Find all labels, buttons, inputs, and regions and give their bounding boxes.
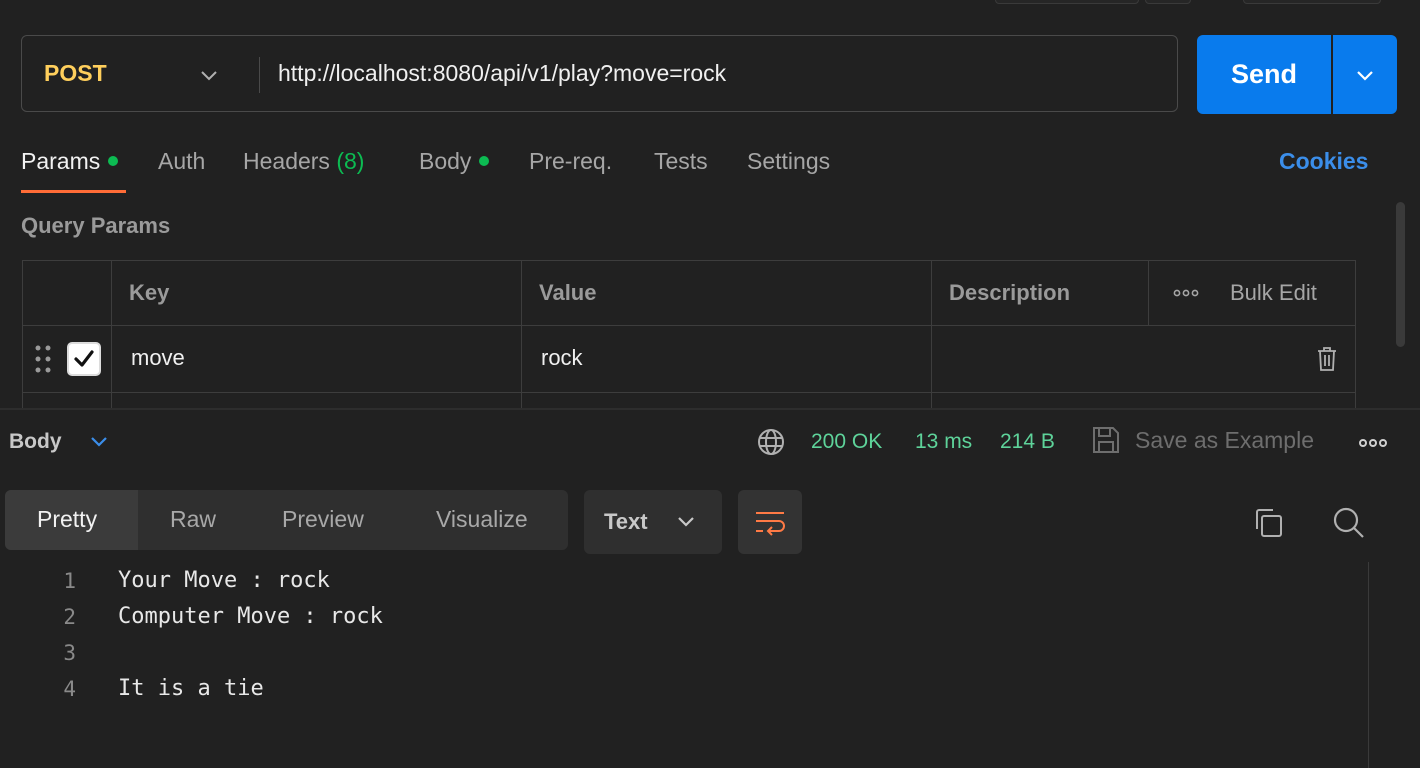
status-code[interactable]: 200 OK xyxy=(811,430,882,454)
code-line: Your Move : rock xyxy=(118,568,330,593)
url-input[interactable]: http://localhost:8080/api/v1/play?move=r… xyxy=(278,60,726,87)
chevron-down-icon xyxy=(678,517,694,527)
scrollbar[interactable] xyxy=(1396,202,1405,347)
panel-divider[interactable] xyxy=(0,408,1420,410)
tab-settings[interactable]: Settings xyxy=(747,148,830,175)
query-params-title: Query Params xyxy=(21,213,171,238)
line-number: 2 xyxy=(63,605,76,629)
param-key-cell[interactable]: move xyxy=(131,345,185,371)
tab-label: Headers xyxy=(243,148,330,174)
line-number: 3 xyxy=(63,641,76,665)
column-header-description: Description xyxy=(949,280,1071,305)
column-divider xyxy=(1148,260,1149,326)
toolbar-stub xyxy=(995,0,1139,4)
view-mode-raw[interactable]: Raw xyxy=(170,506,216,533)
save-as-example-button[interactable]: Save as Example xyxy=(1135,427,1314,454)
more-options-icon[interactable] xyxy=(1173,289,1199,297)
tab-params[interactable]: Params xyxy=(21,148,119,175)
column-divider xyxy=(931,260,932,410)
tab-body[interactable]: Body xyxy=(419,148,490,175)
tab-pre-request[interactable]: Pre-req. xyxy=(529,148,612,175)
row-divider xyxy=(22,392,1356,393)
http-method-select[interactable]: POST xyxy=(44,60,107,87)
tab-label: Body xyxy=(419,148,472,174)
send-button[interactable]: Send xyxy=(1197,35,1331,114)
query-params-table xyxy=(22,260,1356,410)
trash-icon[interactable] xyxy=(1316,346,1338,372)
status-dot xyxy=(479,155,490,166)
checkmark-icon xyxy=(74,350,94,367)
view-mode-visualize[interactable]: Visualize xyxy=(436,506,528,533)
headers-count: (8) xyxy=(336,148,365,174)
globe-icon[interactable] xyxy=(756,427,786,457)
toolbar-stub xyxy=(1145,0,1191,4)
tab-auth[interactable]: Auth xyxy=(158,148,205,175)
tab-headers[interactable]: Headers (8) xyxy=(243,148,364,175)
param-value-cell[interactable]: rock xyxy=(541,345,583,371)
drag-handle-icon[interactable] xyxy=(34,344,52,374)
column-divider xyxy=(111,260,112,410)
line-number: 1 xyxy=(63,569,76,593)
format-select-label: Text xyxy=(604,509,648,534)
tab-label: Params xyxy=(21,148,101,174)
send-options-button[interactable] xyxy=(1333,35,1397,114)
code-line: Computer Move : rock xyxy=(118,604,383,629)
view-mode-pretty[interactable]: Pretty xyxy=(37,506,97,533)
column-header-key: Key xyxy=(129,280,170,305)
more-options-icon[interactable] xyxy=(1358,438,1388,448)
wrap-lines-button[interactable] xyxy=(738,490,802,554)
cookies-link[interactable]: Cookies xyxy=(1279,148,1368,175)
bulk-edit-button[interactable]: Bulk Edit xyxy=(1230,280,1317,306)
toolbar-stub xyxy=(1243,0,1381,4)
line-number: 4 xyxy=(63,677,76,701)
column-divider xyxy=(521,260,522,410)
row-divider xyxy=(22,325,1356,326)
wrap-lines-icon xyxy=(756,512,785,536)
editor-scroll-gutter xyxy=(1368,562,1369,768)
save-icon xyxy=(1093,427,1119,453)
copy-icon[interactable] xyxy=(1253,507,1285,539)
url-separator xyxy=(259,57,260,93)
column-header-value: Value xyxy=(539,280,597,305)
code-line: It is a tie xyxy=(118,676,264,701)
param-enabled-checkbox[interactable] xyxy=(67,342,101,376)
chevron-down-icon[interactable] xyxy=(198,64,220,86)
response-time[interactable]: 13 ms xyxy=(915,430,972,454)
chevron-down-icon xyxy=(1357,70,1373,81)
view-mode-preview[interactable]: Preview xyxy=(282,506,364,533)
response-body-label[interactable]: Body xyxy=(9,430,62,454)
status-dot xyxy=(108,155,119,166)
search-icon[interactable] xyxy=(1332,506,1366,540)
chevron-down-icon[interactable] xyxy=(89,434,109,450)
tab-tests[interactable]: Tests xyxy=(654,148,708,175)
active-tab-indicator xyxy=(21,190,126,193)
response-size[interactable]: 214 B xyxy=(1000,430,1055,454)
